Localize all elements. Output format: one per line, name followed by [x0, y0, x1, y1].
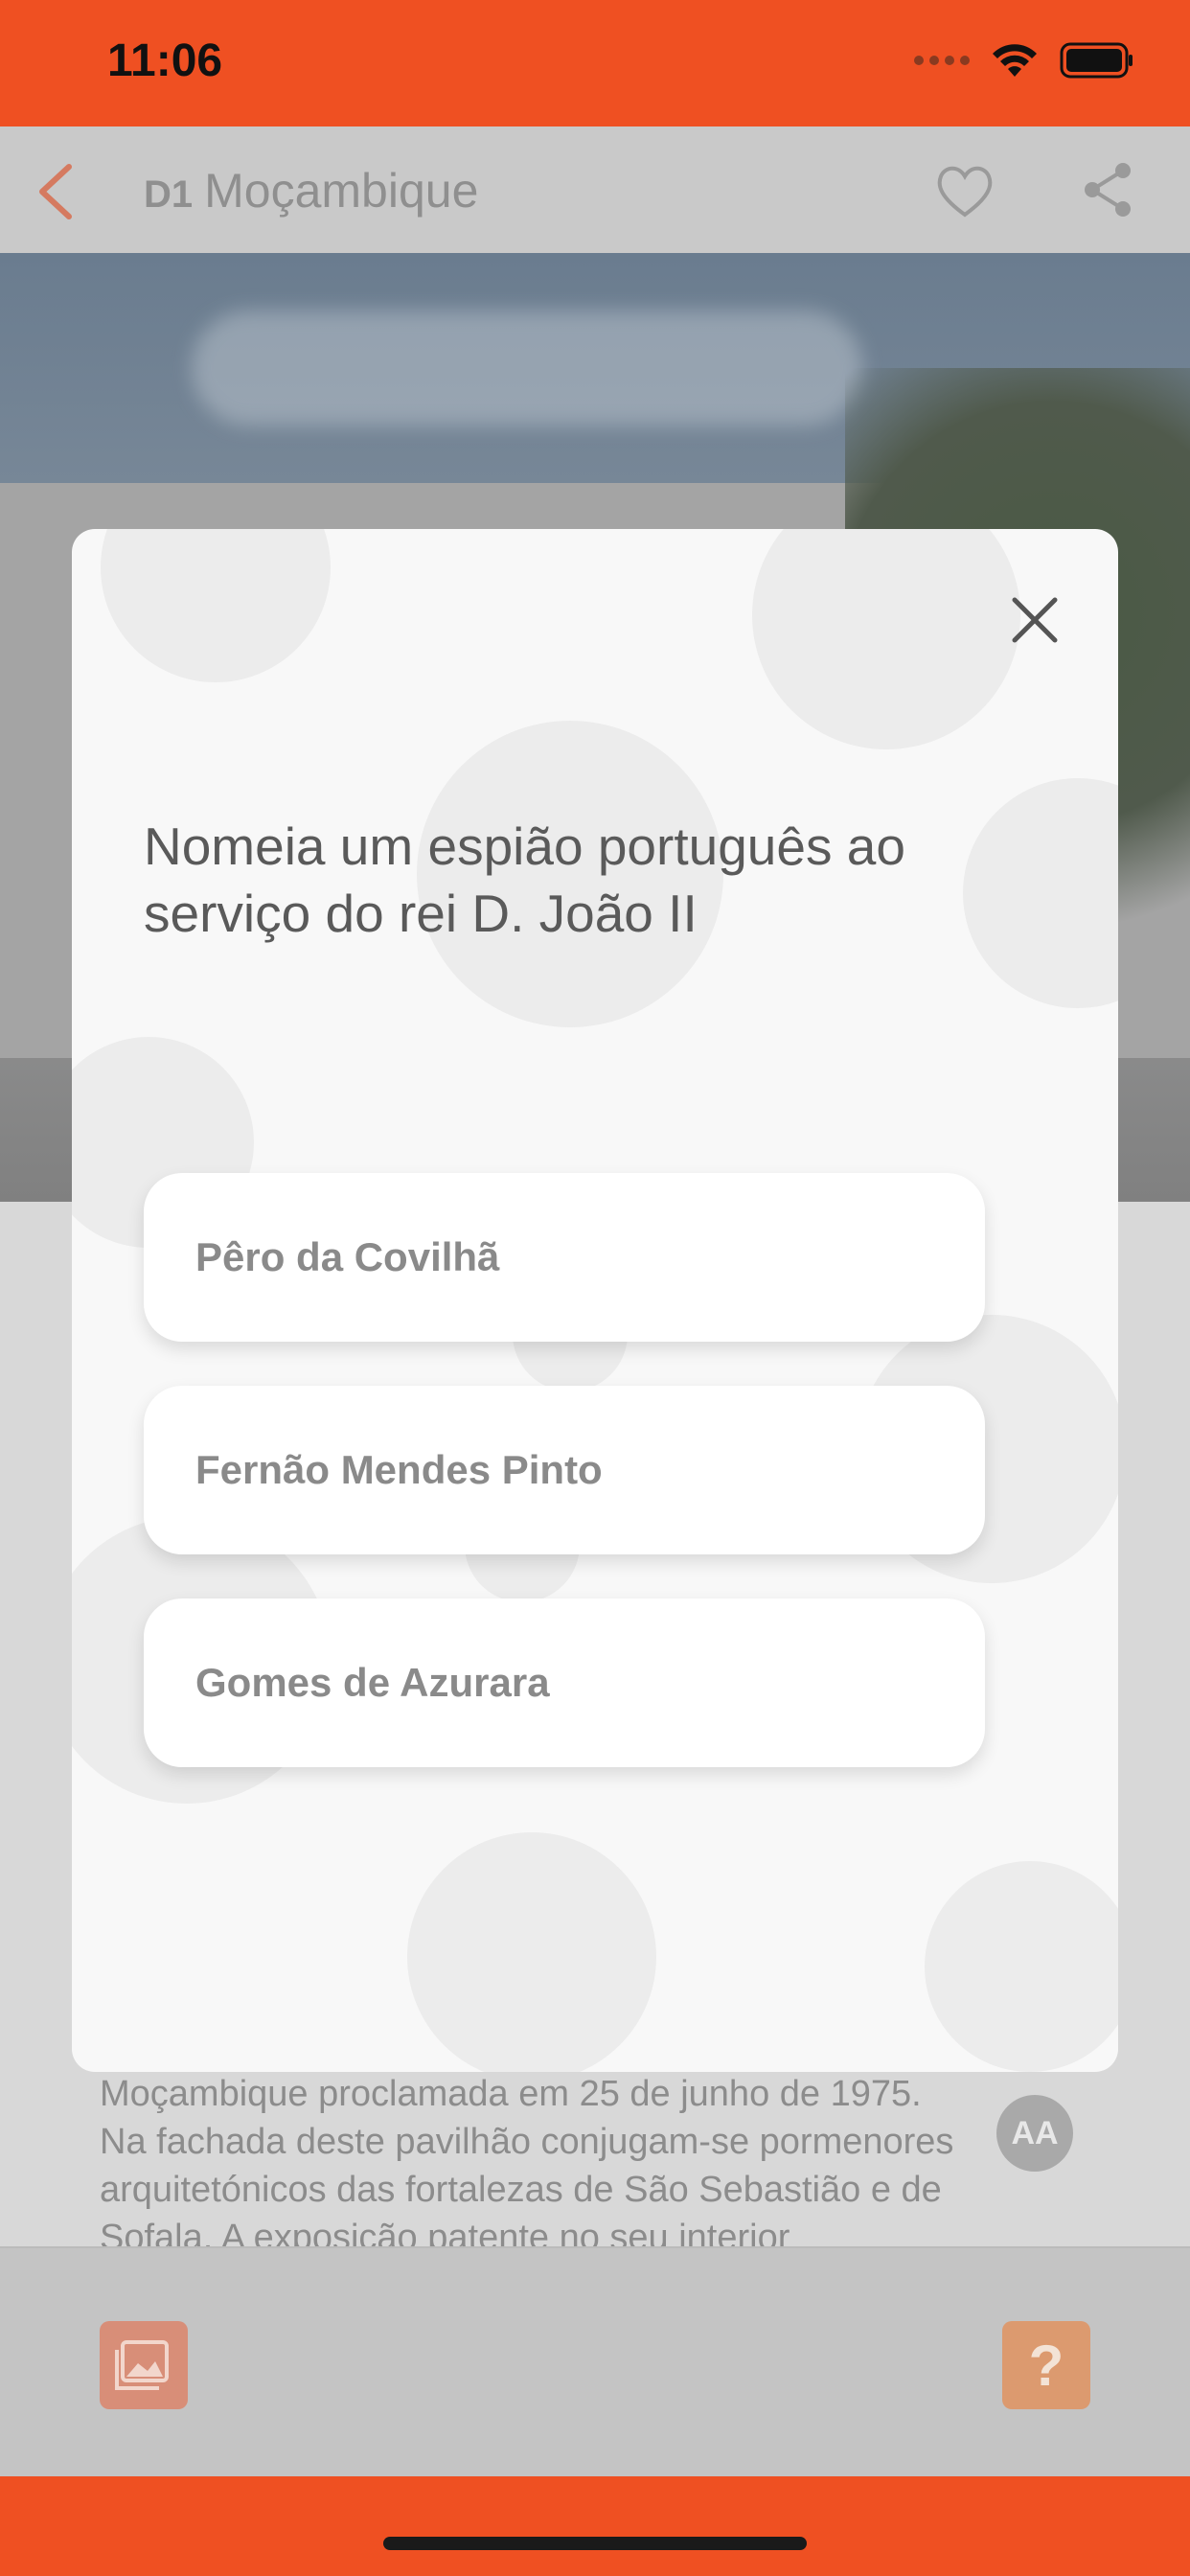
page-title: D1 Moçambique	[144, 163, 478, 218]
status-icons	[914, 42, 1134, 79]
bottom-toolbar: ?	[0, 2246, 1190, 2476]
back-arrow-icon[interactable]	[31, 161, 80, 222]
article-line: Moçambique proclamada em 25 de junho de …	[100, 2074, 922, 2114]
pavilion-name: Moçambique	[204, 164, 479, 218]
text-size-button[interactable]: AA	[996, 2095, 1073, 2172]
home-indicator[interactable]	[383, 2537, 807, 2550]
status-bar: 11:06	[0, 0, 1190, 126]
share-icon[interactable]	[1081, 161, 1134, 218]
status-time: 11:06	[107, 35, 223, 86]
image-gallery-icon	[115, 2340, 169, 2390]
heart-icon[interactable]	[935, 163, 995, 218]
gallery-button[interactable]	[100, 2321, 188, 2409]
article-text: Moçambique proclamada em 25 de junho de …	[100, 2070, 1096, 2262]
wifi-icon	[993, 44, 1037, 77]
pavilion-code: D1	[144, 173, 194, 216]
quiz-question: Nomeia um espião português ao serviço do…	[144, 816, 905, 943]
battery-icon	[1060, 42, 1133, 79]
app-header: D1 Moçambique	[0, 126, 1190, 253]
home-area	[0, 2476, 1190, 2576]
article-line: arquitetónicos das fortalezas de São Seb…	[100, 2170, 942, 2210]
close-icon[interactable]	[1001, 586, 1068, 654]
quiz-button[interactable]: ?	[1002, 2321, 1090, 2409]
cellular-signal-icon	[914, 56, 970, 65]
article-line: Na fachada deste pavilhão conjugam-se po…	[100, 2122, 954, 2162]
answer-option[interactable]: Fernão Mendes Pinto	[144, 1386, 985, 1554]
answer-option[interactable]: Gomes de Azurara	[144, 1598, 985, 1767]
answer-option[interactable]: Pêro da Covilhã	[144, 1173, 985, 1342]
quiz-modal: Nomeia um espião português ao serviço do…	[72, 529, 1118, 2072]
